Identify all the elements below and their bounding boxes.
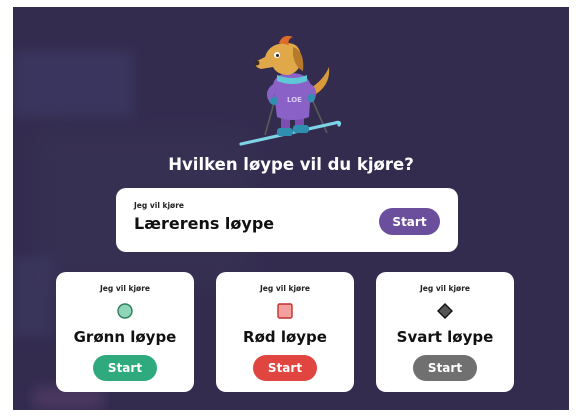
black-track-start-button[interactable]: Start <box>413 355 477 381</box>
skiing-dog-mascot-icon: LOE <box>239 35 342 146</box>
green-track-card[interactable]: Jeg vil kjøre Grønn løype Start <box>56 272 194 392</box>
teacher-track-title: Lærerens løype <box>134 214 275 233</box>
green-track-prefix: Jeg vil kjøre <box>100 284 150 293</box>
teacher-track-prefix: Jeg vil kjøre <box>134 201 184 210</box>
red-track-prefix: Jeg vil kjøre <box>260 284 310 293</box>
black-track-card[interactable]: Jeg vil kjøre Svart løype Start <box>376 272 514 392</box>
black-diamond-icon <box>437 303 453 319</box>
question-heading: Hvilken løype vil du kjøre? <box>168 155 414 174</box>
red-track-title: Rød løype <box>243 328 327 346</box>
black-track-prefix: Jeg vil kjøre <box>420 284 470 293</box>
green-circle-icon <box>117 303 133 319</box>
green-track-title: Grønn løype <box>73 328 177 346</box>
background-blur <box>13 51 133 117</box>
background-blur <box>13 257 53 337</box>
red-track-card[interactable]: Jeg vil kjøre Rød løype Start <box>216 272 354 392</box>
red-track-start-button[interactable]: Start <box>253 355 317 381</box>
black-track-title: Svart løype <box>396 328 494 346</box>
red-square-icon <box>277 303 293 319</box>
teacher-track-start-button[interactable]: Start <box>379 208 440 235</box>
green-track-start-button[interactable]: Start <box>93 355 157 381</box>
teacher-track-card[interactable]: Jeg vil kjøre Lærerens løype Start <box>116 188 458 252</box>
mascot-shirt-text: LOE <box>287 96 302 104</box>
app-window: LOE Hvilken løype vil du kjøre? Jeg vil … <box>13 7 569 410</box>
